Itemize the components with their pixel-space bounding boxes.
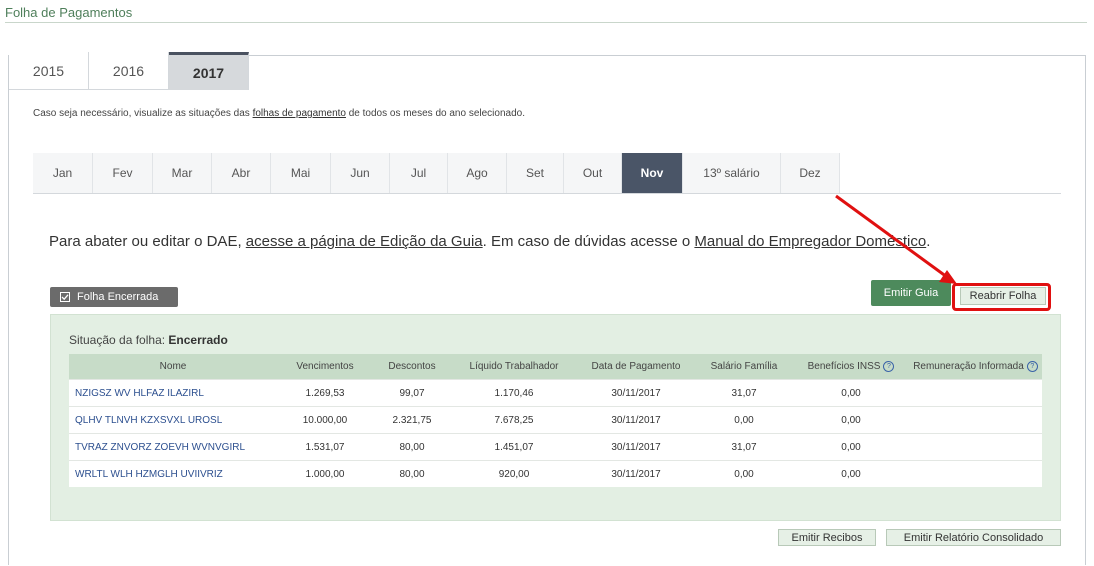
page-title: Folha de Pagamentos — [5, 5, 133, 20]
cell-vencimentos: 1.000,00 — [277, 460, 373, 487]
status-badge: Folha Encerrada — [50, 287, 178, 307]
tab-year-2017[interactable]: 2017 — [169, 52, 249, 90]
header-beneficios-inss: Benefícios INSS? — [793, 354, 909, 380]
tab-month-nov[interactable]: Nov — [622, 153, 683, 193]
tab-year-2016[interactable]: 2016 — [89, 52, 169, 90]
cell-beneficios: 0,00 — [793, 406, 909, 434]
payroll-summary: Situação da folha: Encerrado Nome Vencim… — [50, 314, 1061, 521]
folhas-link[interactable]: folhas de pagamento — [253, 108, 346, 119]
tab-month-out[interactable]: Out — [564, 153, 622, 193]
tab-month-set[interactable]: Set — [507, 153, 564, 193]
cell-data: 30/11/2017 — [577, 379, 695, 407]
year-tabs: 2015 2016 2017 — [9, 52, 249, 90]
header-remuneracao-label: Remuneração Informada — [913, 361, 1024, 372]
cell-salario-familia: 31,07 — [695, 379, 793, 407]
tab-month-jun[interactable]: Jun — [331, 153, 390, 193]
tab-month-mai[interactable]: Mai — [271, 153, 331, 193]
tab-year-2015[interactable]: 2015 — [9, 52, 89, 90]
tab-month-13-salario[interactable]: 13º salário — [683, 153, 781, 193]
edicao-guia-link[interactable]: acesse a página de Edição da Guia — [246, 233, 483, 250]
title-divider — [5, 22, 1087, 23]
tab-month-dez[interactable]: Dez — [781, 153, 840, 193]
cell-data: 30/11/2017 — [577, 406, 695, 434]
payroll-panel: 2015 2016 2017 Caso seja necessário, vis… — [8, 52, 1086, 565]
employee-name-link[interactable]: QLHV TLNVH KZXSVXL UROSL — [69, 406, 277, 434]
manual-link[interactable]: Manual do Empregador Doméstico — [694, 233, 926, 250]
cell-remuneracao — [909, 406, 1042, 434]
cell-descontos: 2.321,75 — [373, 406, 451, 434]
cell-liquido: 1.451,07 — [451, 433, 577, 461]
situation-label: Situação da folha: — [69, 333, 166, 347]
cell-vencimentos: 1.531,07 — [277, 433, 373, 461]
cell-salario-familia: 0,00 — [695, 460, 793, 487]
help-icon[interactable]: ? — [883, 361, 895, 372]
header-beneficios-label: Benefícios INSS — [807, 361, 881, 372]
cell-descontos: 80,00 — [373, 460, 451, 487]
info-prefix: Caso seja necessário, visualize as situa… — [33, 108, 253, 119]
help-icon[interactable]: ? — [1026, 361, 1038, 372]
month-tabs: Jan Fev Mar Abr Mai Jun Jul Ago Set Out … — [33, 153, 1061, 194]
header-descontos: Descontos — [373, 354, 451, 380]
cell-liquido: 920,00 — [451, 460, 577, 487]
cell-salario-familia: 31,07 — [695, 433, 793, 461]
header-nome: Nome — [69, 354, 277, 380]
cell-salario-familia: 0,00 — [695, 406, 793, 434]
cell-remuneracao — [909, 379, 1042, 407]
cell-beneficios: 0,00 — [793, 379, 909, 407]
payroll-table: Nome Vencimentos Descontos Líquido Traba… — [69, 354, 1042, 487]
emitir-relatorio-button[interactable]: Emitir Relatório Consolidado — [886, 529, 1061, 546]
employee-name-link[interactable]: WRLTL WLH HZMGLH UVIIVRIZ — [69, 460, 277, 487]
info-suffix: de todos os meses do ano selecionado. — [345, 108, 525, 119]
cell-liquido: 1.170,46 — [451, 379, 577, 407]
employee-name-link[interactable]: NZIGSZ WV HLFAZ ILAZIRL — [69, 379, 277, 407]
reabrir-folha-button[interactable]: Reabrir Folha — [960, 287, 1046, 305]
emitir-guia-button[interactable]: Emitir Guia — [871, 280, 951, 306]
table-row: TVRAZ ZNVORZ ZOEVH WVNVGIRL 1.531,07 80,… — [69, 433, 1042, 461]
tab-month-fev[interactable]: Fev — [93, 153, 153, 193]
cell-descontos: 80,00 — [373, 433, 451, 461]
cell-data: 30/11/2017 — [577, 460, 695, 487]
dae-prefix: Para abater ou editar o DAE, — [49, 233, 246, 250]
cell-data: 30/11/2017 — [577, 433, 695, 461]
header-data-pagamento: Data de Pagamento — [577, 354, 695, 380]
tab-month-mar[interactable]: Mar — [153, 153, 212, 193]
employee-name-link[interactable]: TVRAZ ZNVORZ ZOEVH WVNVGIRL — [69, 433, 277, 461]
header-remuneracao: Remuneração Informada? — [909, 354, 1042, 380]
cell-remuneracao — [909, 433, 1042, 461]
table-header-row: Nome Vencimentos Descontos Líquido Traba… — [69, 354, 1042, 380]
tab-month-abr[interactable]: Abr — [212, 153, 271, 193]
tab-month-ago[interactable]: Ago — [448, 153, 507, 193]
cell-liquido: 7.678,25 — [451, 406, 577, 434]
tab-month-jan[interactable]: Jan — [33, 153, 93, 193]
table-row: QLHV TLNVH KZXSVXL UROSL 10.000,00 2.321… — [69, 406, 1042, 434]
situation-value: Encerrado — [168, 333, 228, 347]
cell-beneficios: 0,00 — [793, 433, 909, 461]
header-salario-familia: Salário Família — [695, 354, 793, 380]
header-liquido: Líquido Trabalhador — [451, 354, 577, 380]
table-row: WRLTL WLH HZMGLH UVIIVRIZ 1.000,00 80,00… — [69, 460, 1042, 487]
dae-suffix: . — [926, 233, 931, 250]
cell-vencimentos: 10.000,00 — [277, 406, 373, 434]
info-text: Caso seja necessário, visualize as situa… — [33, 108, 525, 119]
status-badge-label: Folha Encerrada — [77, 291, 159, 303]
emitir-recibos-button[interactable]: Emitir Recibos — [778, 529, 876, 546]
cell-remuneracao — [909, 460, 1042, 487]
dae-instructions: Para abater ou editar o DAE, acesse a pá… — [49, 233, 930, 250]
cell-descontos: 99,07 — [373, 379, 451, 407]
header-vencimentos: Vencimentos — [277, 354, 373, 380]
checkbox-icon — [60, 292, 70, 302]
cell-vencimentos: 1.269,53 — [277, 379, 373, 407]
tab-month-jul[interactable]: Jul — [390, 153, 448, 193]
cell-beneficios: 0,00 — [793, 460, 909, 487]
table-row: NZIGSZ WV HLFAZ ILAZIRL 1.269,53 99,07 1… — [69, 379, 1042, 407]
situation-line: Situação da folha: Encerrado — [69, 333, 228, 347]
dae-middle: . Em caso de dúvidas acesse o — [482, 233, 695, 250]
